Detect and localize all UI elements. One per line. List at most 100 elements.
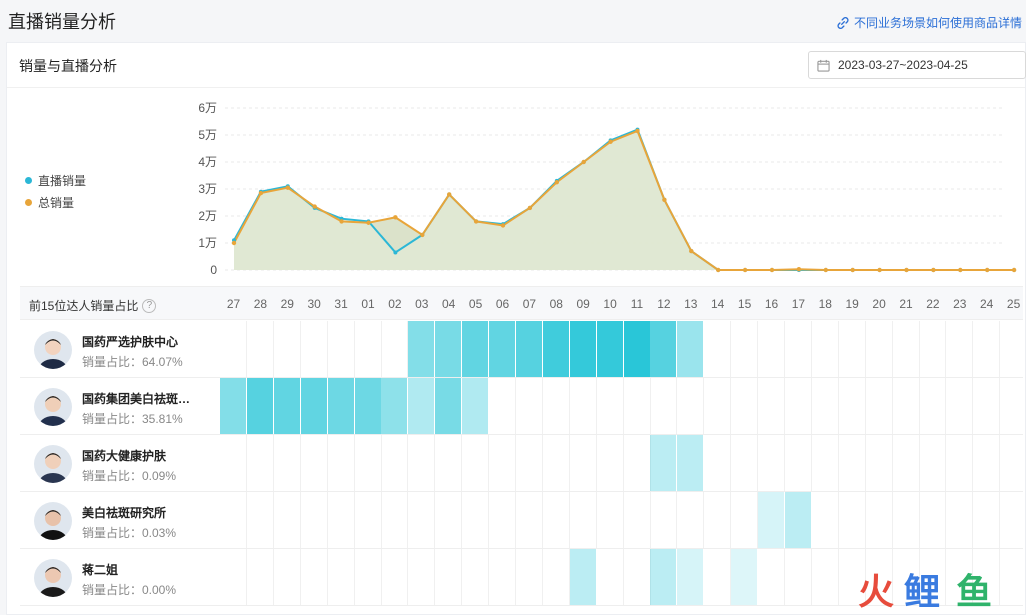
question-icon[interactable]: ?: [142, 298, 157, 313]
heat-cell[interactable]: [677, 435, 705, 491]
heat-cell[interactable]: [462, 378, 490, 434]
y-tick-label: 4万: [198, 155, 217, 169]
heat-cell[interactable]: [650, 435, 678, 491]
heat-cell: [973, 321, 1001, 377]
heat-cell[interactable]: [220, 378, 247, 434]
table-row[interactable]: 国药严选护肤中心 销量占比：64.07%: [20, 321, 1023, 378]
table-row[interactable]: 美白祛斑研究所 销量占比：0.03%: [20, 492, 1023, 549]
point-total: [1011, 267, 1017, 273]
date-column-label: 08: [549, 297, 563, 311]
sales-live-card: 销量与直播分析 2023-03-27~2023-04-25 直播销量 总销量 6…: [6, 42, 1026, 615]
heat-cell: [381, 492, 409, 548]
heat-cell[interactable]: [246, 378, 274, 434]
point-total: [231, 240, 237, 246]
heat-cell: [650, 492, 678, 548]
heat-cell[interactable]: [435, 321, 463, 377]
heat-cell: [919, 321, 947, 377]
avatar[interactable]: [34, 559, 72, 597]
heat-cell[interactable]: [408, 378, 436, 434]
heat-cell: [489, 378, 516, 434]
avatar[interactable]: [34, 445, 72, 483]
point-total: [554, 180, 559, 185]
heat-cell[interactable]: [650, 549, 678, 605]
kol-name[interactable]: 蒋二姐: [82, 561, 202, 578]
heat-cell: [301, 492, 328, 548]
heat-cell[interactable]: [542, 321, 570, 377]
help-link[interactable]: 不同业务场景如何使用商品详情: [836, 14, 1022, 31]
point-total: [635, 128, 640, 134]
point-total: [850, 267, 855, 273]
heat-cell: [866, 492, 893, 548]
kol-name[interactable]: 美白祛斑研究所: [82, 504, 202, 521]
heat-cell: [946, 435, 974, 491]
kol-name[interactable]: 国药大健康护肤: [82, 447, 202, 464]
heat-cell: [866, 378, 893, 434]
table-row[interactable]: 国药大健康护肤 销量占比：0.09%: [20, 435, 1023, 492]
heat-cell[interactable]: [677, 321, 705, 377]
y-tick-label: 1万: [198, 236, 217, 250]
heat-cell[interactable]: [273, 378, 301, 434]
svg-text:火: 火: [858, 572, 894, 610]
point-total: [312, 204, 317, 209]
heat-cell: [301, 435, 328, 491]
heat-cell: [973, 378, 1001, 434]
heat-cell[interactable]: [327, 378, 355, 434]
avatar[interactable]: [34, 388, 72, 426]
heat-cell[interactable]: [677, 549, 705, 605]
heat-cell[interactable]: [758, 492, 785, 548]
point-total: [877, 267, 882, 273]
heat-cell[interactable]: [462, 321, 490, 377]
table-header-text: 前15位达人销量占比: [29, 299, 139, 313]
table-row[interactable]: 国药集团美白祛斑… 销量占比：35.81%: [20, 378, 1023, 435]
heat-cell: [650, 378, 678, 434]
heat-cell: [893, 378, 920, 434]
heat-cell: [839, 435, 866, 491]
heat-cell[interactable]: [731, 549, 759, 605]
point-total: [769, 267, 775, 273]
avatar[interactable]: [34, 331, 72, 369]
heat-cell: [919, 378, 947, 434]
sales-line-chart: 6万 5万 4万 3万 2万 1万 0: [198, 101, 1017, 277]
table-header: 前15位达人销量占比 ? 27 28 29 30 31 01 02 03 04 05 06 07 08 0…: [20, 286, 1023, 320]
heat-cell[interactable]: [623, 321, 651, 377]
heat-cell: [1000, 435, 1026, 491]
heat-cell: [543, 492, 570, 548]
heat-cell[interactable]: [435, 378, 463, 434]
heat-cell[interactable]: [569, 321, 597, 377]
heat-cell[interactable]: [596, 321, 624, 377]
kol-name[interactable]: 国药严选护肤中心: [82, 333, 202, 350]
heat-cell: [704, 378, 732, 434]
heat-cell[interactable]: [784, 492, 812, 548]
heat-cell: [247, 435, 274, 491]
heat-cell[interactable]: [569, 549, 597, 605]
heat-cell: [274, 549, 301, 605]
heat-cell[interactable]: [354, 378, 382, 434]
heat-cell: [220, 321, 247, 377]
kol-name[interactable]: 国药集团美白祛斑…: [82, 390, 202, 407]
point-total: [608, 139, 613, 144]
heat-cell[interactable]: [515, 321, 543, 377]
point-total: [393, 215, 398, 220]
point-total: [689, 248, 694, 254]
heat-cell[interactable]: [489, 321, 516, 377]
heat-cell[interactable]: [300, 378, 328, 434]
heat-cell[interactable]: [408, 321, 436, 377]
heat-cell: [758, 549, 785, 605]
date-column-label: 16: [764, 297, 779, 311]
heat-cell: [516, 378, 543, 434]
heat-cell: [543, 435, 570, 491]
avatar[interactable]: [34, 502, 72, 540]
heat-cell: [812, 321, 839, 377]
heat-cell: [812, 435, 839, 491]
heat-cell[interactable]: [650, 321, 678, 377]
heat-cell: [973, 435, 1001, 491]
heat-cell[interactable]: [381, 378, 409, 434]
heat-cell: [597, 492, 624, 548]
heat-cell: [328, 492, 355, 548]
date-column-label: 02: [388, 297, 402, 311]
heat-cell: [516, 492, 543, 548]
date-column-label: 28: [253, 297, 268, 311]
date-column-label: 17: [791, 297, 806, 311]
point-total: [285, 185, 290, 190]
heat-cell: [785, 378, 812, 434]
